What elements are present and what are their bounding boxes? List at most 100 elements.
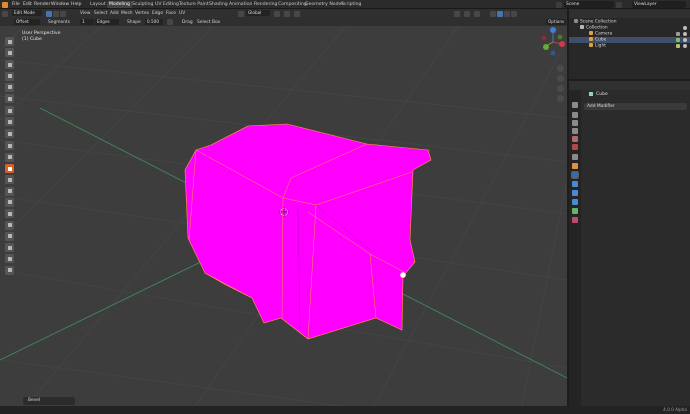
- active-vertex[interactable]: [400, 272, 406, 278]
- tool-inset[interactable]: [5, 152, 14, 162]
- last-operator-label: Bevel: [28, 398, 41, 403]
- vertex-select-icon[interactable]: [46, 10, 52, 17]
- menu-add[interactable]: Add: [110, 10, 119, 17]
- xray-icon[interactable]: [474, 10, 480, 17]
- bevelled-cube-mesh[interactable]: [184, 123, 432, 340]
- show-gizmo-icon[interactable]: [454, 10, 460, 17]
- tab-physics[interactable]: [572, 190, 578, 196]
- orientation-selector[interactable]: Global: [246, 10, 270, 16]
- tool-scale[interactable]: [5, 82, 14, 92]
- edge-select-icon[interactable]: [53, 10, 59, 17]
- view-layer-selector[interactable]: ViewLayer: [632, 1, 686, 8]
- offset-type-selector[interactable]: Offset: [14, 19, 40, 25]
- tool-shrink-fatten[interactable]: [5, 243, 14, 253]
- wireframe-shading-icon[interactable]: [490, 10, 496, 17]
- tool-bevel[interactable]: [5, 164, 14, 174]
- tab-view-layer[interactable]: [572, 128, 578, 134]
- tool-measure[interactable]: [5, 117, 14, 127]
- tab-object[interactable]: [572, 163, 578, 169]
- face-select-icon[interactable]: [60, 10, 66, 17]
- menu-edit[interactable]: Edit: [23, 1, 32, 8]
- object-name-field[interactable]: Cube: [582, 90, 690, 99]
- 3d-viewport[interactable]: Edit Mode View Select Add Mesh Vertex Ed…: [0, 9, 567, 414]
- solid-shading-icon[interactable]: [497, 10, 503, 17]
- visibility-eye-icon[interactable]: [683, 32, 687, 36]
- camera-view-icon[interactable]: [557, 85, 564, 92]
- pan-hand-icon[interactable]: [557, 75, 564, 82]
- tab-material[interactable]: [572, 217, 578, 223]
- tab-scripting[interactable]: Scripting: [339, 1, 363, 8]
- outliner-item-light[interactable]: Light: [569, 43, 690, 49]
- overlays-icon[interactable]: [464, 10, 470, 17]
- menu-render[interactable]: Render: [34, 1, 50, 8]
- mode-selector[interactable]: Edit Mode: [12, 10, 42, 16]
- tab-scene[interactable]: [572, 136, 578, 142]
- tab-animation[interactable]: Animation: [227, 1, 254, 8]
- tool-poly-build[interactable]: [5, 197, 14, 207]
- tab-data[interactable]: [572, 208, 578, 214]
- pivot-point-icon[interactable]: [274, 10, 280, 17]
- affect-selector[interactable]: Edges: [95, 19, 119, 25]
- tab-particles[interactable]: [572, 181, 578, 187]
- segments-field[interactable]: 1: [80, 19, 94, 25]
- menu-uv[interactable]: UV: [179, 10, 185, 17]
- menu-window[interactable]: Window: [51, 1, 69, 8]
- editor-type-icon[interactable]: [2, 10, 8, 17]
- tool-spin[interactable]: [5, 209, 14, 219]
- tool-add-cube[interactable]: [5, 129, 14, 139]
- tool-knife[interactable]: [5, 186, 14, 196]
- tool-loop-cut[interactable]: [5, 175, 14, 185]
- menu-face[interactable]: Face: [166, 10, 176, 17]
- tool-select-box[interactable]: [5, 37, 14, 46]
- tool-edge-slide[interactable]: [5, 231, 14, 241]
- menu-vertex[interactable]: Vertex: [135, 10, 149, 17]
- menu-edge[interactable]: Edge: [152, 10, 163, 17]
- tool-rip[interactable]: [5, 265, 14, 275]
- tab-output[interactable]: [572, 120, 578, 126]
- tab-render[interactable]: [572, 112, 578, 118]
- tab-modeling[interactable]: Modeling: [107, 1, 132, 8]
- tab-tool[interactable]: [572, 102, 578, 108]
- tool-rotate[interactable]: [5, 71, 14, 81]
- visibility-eye-icon[interactable]: [683, 44, 687, 48]
- visibility-eye-icon[interactable]: [683, 38, 687, 42]
- perspective-toggle-icon[interactable]: [557, 95, 564, 102]
- collection-icon: [580, 25, 584, 29]
- shape-field[interactable]: 0.500: [145, 19, 163, 25]
- proportional-editing-icon[interactable]: [294, 10, 300, 17]
- tab-modifiers[interactable]: [571, 171, 579, 179]
- visibility-eye-icon[interactable]: [683, 26, 687, 30]
- tab-constraints[interactable]: [572, 199, 578, 205]
- add-modifier-button[interactable]: Add Modifier: [584, 103, 687, 110]
- tab-collection[interactable]: [572, 154, 578, 160]
- tool-cursor[interactable]: [5, 48, 14, 58]
- tool-smooth[interactable]: [5, 220, 14, 230]
- select-box-selector[interactable]: Select Box: [197, 19, 220, 26]
- material-shading-icon[interactable]: [504, 10, 510, 17]
- scene-selector[interactable]: Scene: [564, 1, 614, 8]
- tab-layout[interactable]: Layout: [88, 1, 108, 8]
- tab-sculpting[interactable]: Sculpting: [130, 1, 155, 8]
- last-operator-panel[interactable]: Bevel: [23, 397, 75, 405]
- viewport-scene[interactable]: [0, 9, 567, 414]
- tool-shear[interactable]: [5, 254, 14, 264]
- menu-file[interactable]: File: [12, 1, 20, 8]
- tab-texture-paint[interactable]: Texture Paint: [177, 1, 211, 8]
- rendered-shading-icon[interactable]: [511, 10, 517, 17]
- snap-icon[interactable]: [284, 10, 290, 17]
- menu-help[interactable]: Help: [71, 1, 81, 8]
- menu-select[interactable]: Select: [94, 10, 108, 17]
- tool-extrude[interactable]: [5, 141, 14, 151]
- profile-icon[interactable]: [167, 19, 173, 25]
- menu-mesh[interactable]: Mesh: [121, 10, 133, 17]
- menu-view[interactable]: View: [80, 10, 90, 17]
- transform-orientation-icon[interactable]: [238, 10, 244, 17]
- tool-transform[interactable]: [5, 94, 14, 104]
- tab-world[interactable]: [572, 144, 578, 150]
- blender-logo-icon[interactable]: [2, 1, 8, 8]
- tool-move[interactable]: [5, 60, 14, 70]
- zoom-icon[interactable]: [557, 65, 564, 72]
- options-dropdown[interactable]: Options: [546, 19, 566, 25]
- tool-annotate[interactable]: [5, 106, 14, 116]
- navigation-gizmo[interactable]: [541, 27, 565, 56]
